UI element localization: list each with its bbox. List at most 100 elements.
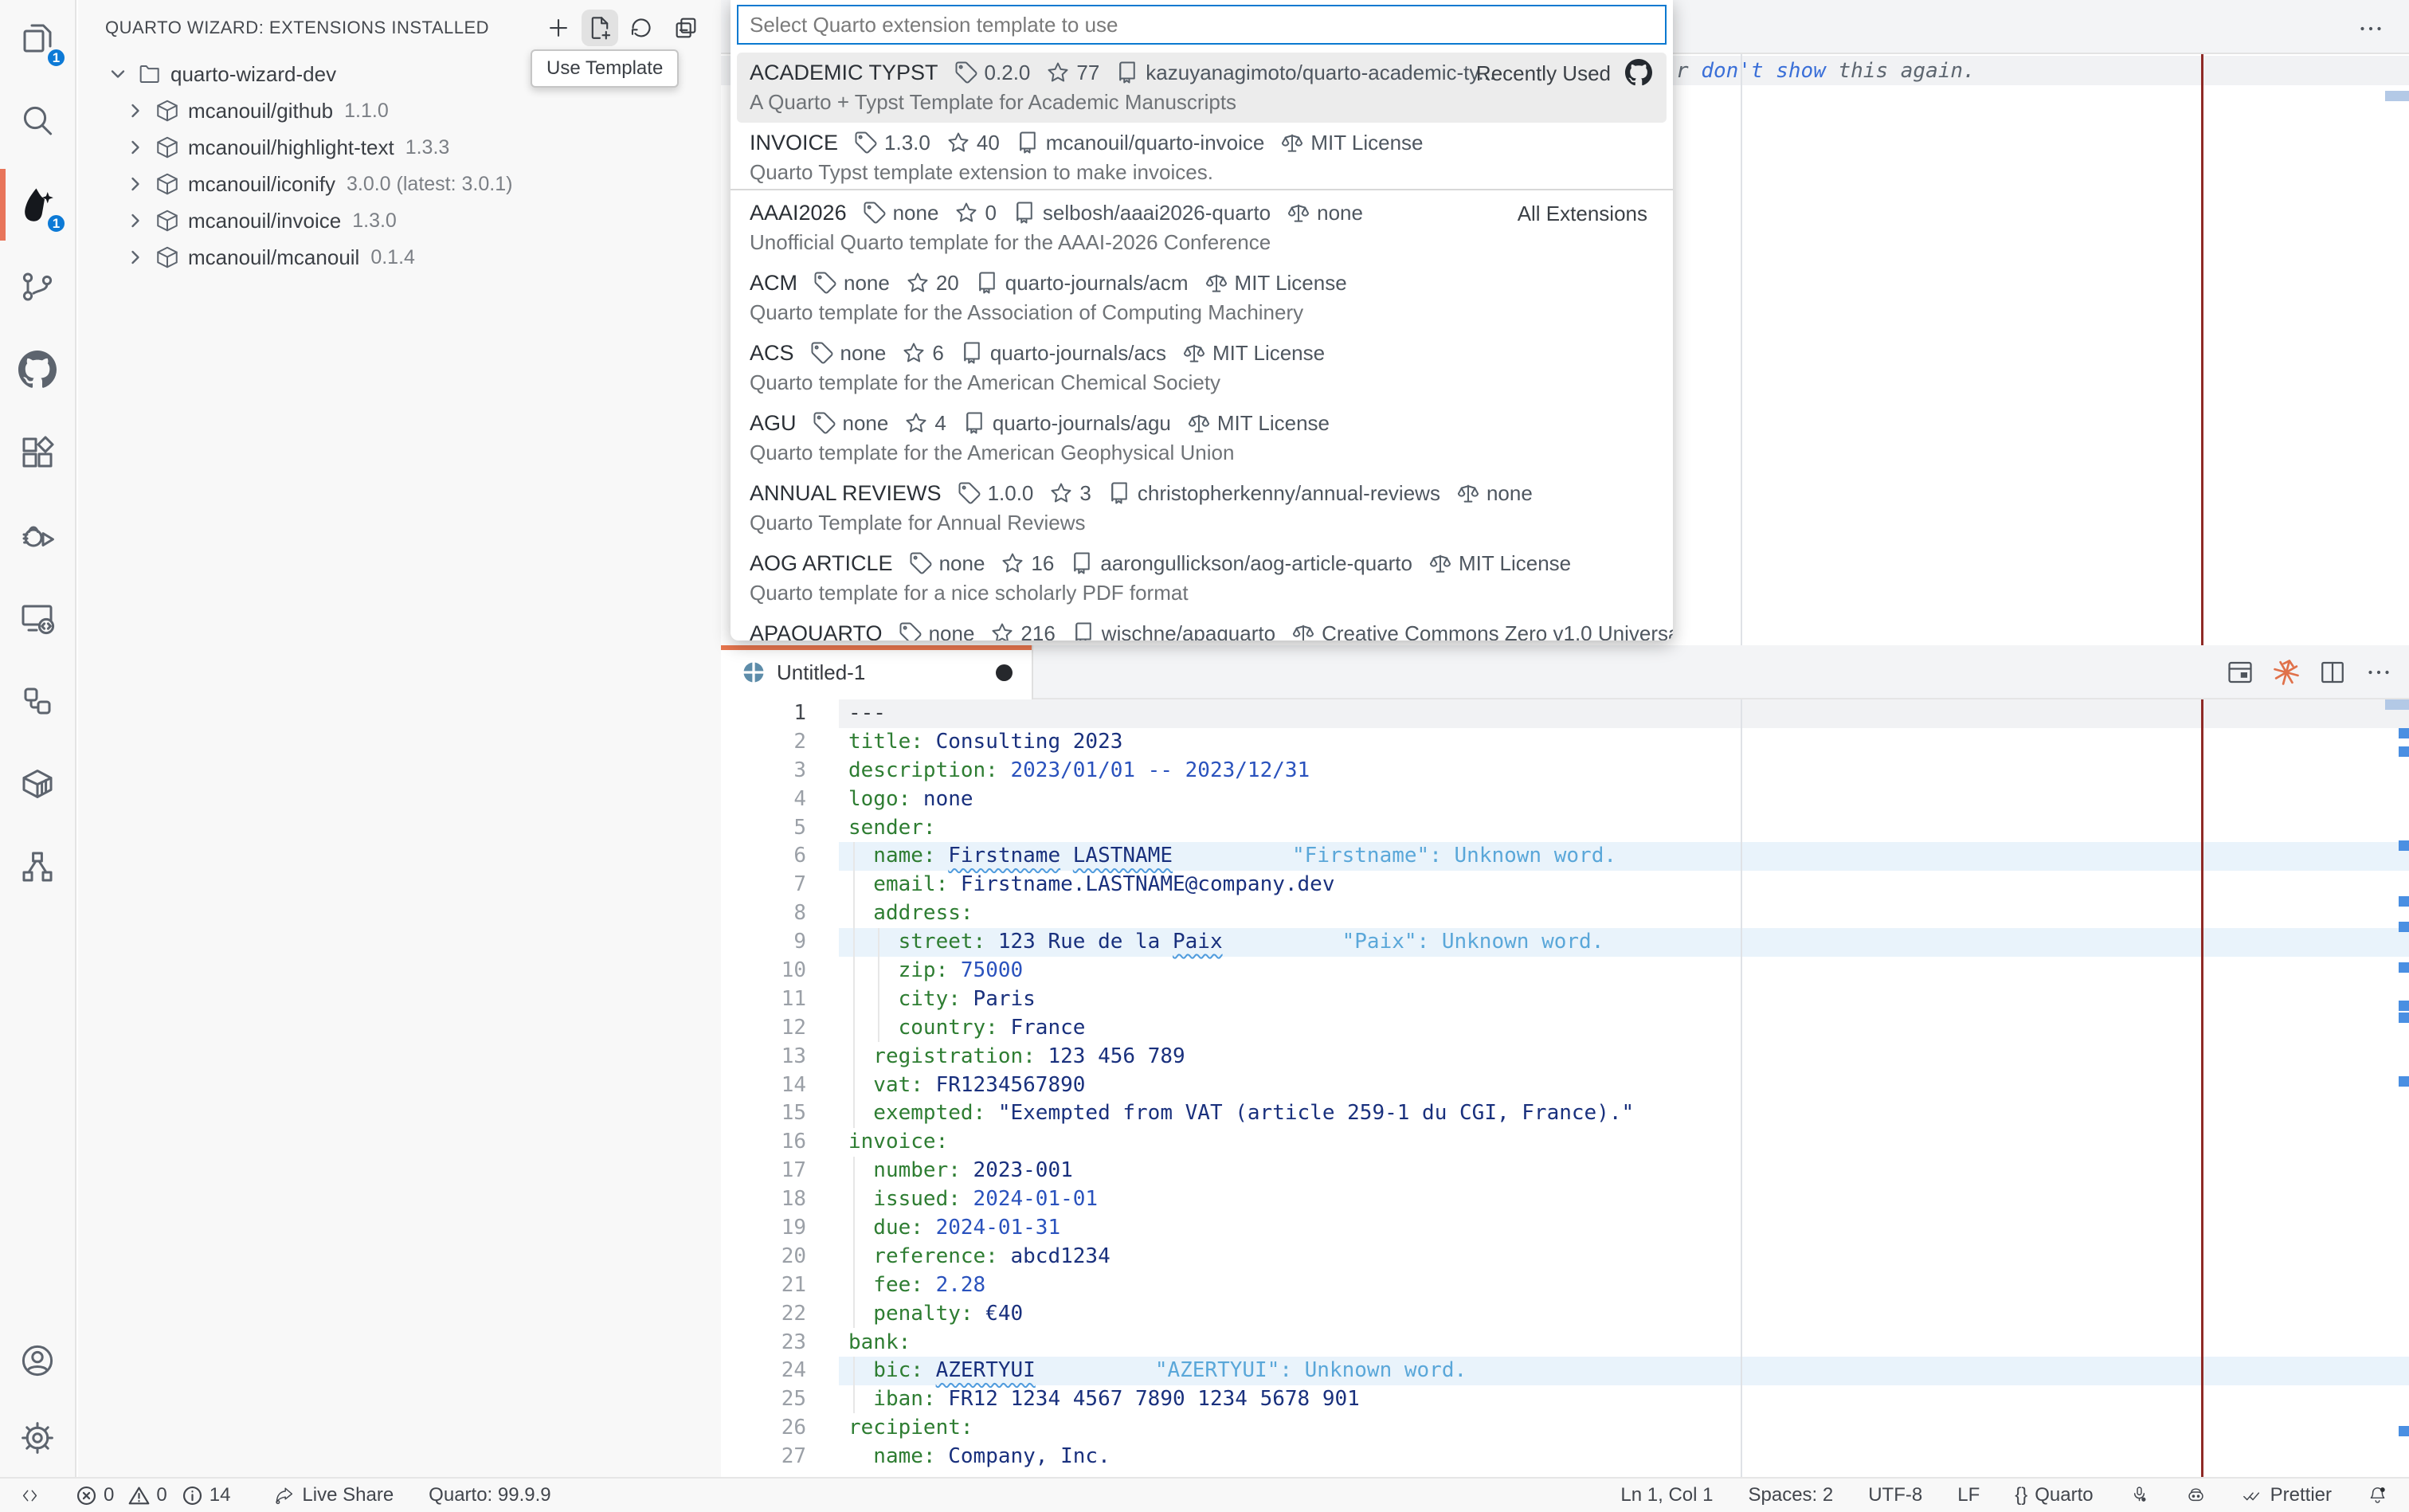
code-line: 1--- — [721, 699, 2409, 728]
split-editor-icon[interactable] — [2317, 656, 2348, 688]
item-name: ANNUAL REVIEWS — [750, 481, 942, 506]
active-tab-border — [721, 645, 1032, 650]
top-editor-text: r don't show this again. — [1676, 57, 1976, 85]
source-control-icon[interactable] — [0, 249, 75, 325]
search-icon[interactable] — [0, 83, 75, 159]
item-name: ACM — [750, 271, 797, 296]
tab-untitled-1[interactable]: Untitled-1 — [721, 645, 1033, 699]
problems-status[interactable]: 0 0 14 — [76, 1484, 238, 1506]
quickpick-item-invoice[interactable]: INVOICE 1.3.0 40 mcanouil/quarto-invoice… — [737, 123, 1667, 193]
package-icon — [155, 98, 180, 123]
run-debug-icon[interactable] — [0, 497, 75, 574]
scrollbar-slider[interactable] — [2385, 91, 2409, 101]
tree-item-version: 3.0.0 (latest: 3.0.1) — [347, 173, 512, 196]
tree-item-github[interactable]: mcanouil/github 1.1.0 — [78, 92, 721, 129]
status-bar: 0 0 14 Live Share Quarto: 99.9.9 Ln 1, C… — [0, 1477, 2409, 1512]
code-line: 8 address: — [721, 899, 2409, 928]
law-icon — [1204, 271, 1228, 295]
package-icon — [155, 135, 180, 160]
indentation-status[interactable]: Spaces: 2 — [1748, 1484, 1833, 1506]
explorer-badge: 1 — [45, 47, 67, 69]
package-icon — [155, 171, 180, 197]
notifications-status[interactable] — [2367, 1485, 2388, 1506]
install-extension-button[interactable] — [540, 10, 577, 46]
editor-ruler — [1741, 699, 1742, 1477]
copilot-status[interactable] — [2185, 1485, 2207, 1506]
code-line: 17 number: 2023-001 — [721, 1157, 2409, 1185]
language-mode-status[interactable]: {}Quarto — [2015, 1484, 2093, 1506]
quarto-version-label: Quarto: 99.9.9 — [429, 1484, 550, 1506]
collapse-all-button[interactable] — [668, 10, 704, 46]
quickpick-item-aaai2026[interactable]: AAAI2026 none 0 selbosh/aaai2026-quarto … — [737, 193, 1667, 263]
code-line: 21 fee: 2.28 — [721, 1271, 2409, 1300]
cursor-position-status[interactable]: Ln 1, Col 1 — [1620, 1484, 1713, 1506]
eol-status[interactable]: LF — [1957, 1484, 1980, 1506]
star-icon — [906, 271, 930, 295]
tree-item-invoice[interactable]: mcanouil/invoice 1.3.0 — [78, 202, 721, 239]
code-line: 22 penalty: €40 — [721, 1300, 2409, 1329]
tree-item-highlight-text[interactable]: mcanouil/highlight-text 1.3.3 — [78, 129, 721, 166]
account-icon[interactable] — [0, 1322, 75, 1399]
repo-icon — [960, 341, 984, 365]
quarto-version-status[interactable]: Quarto: 99.9.9 — [429, 1484, 550, 1506]
quickpick-item-apaquarto[interactable]: APAQUARTO none 216 wjschne/apaquarto Cre… — [737, 613, 1667, 640]
tree-root-label: quarto-wizard-dev — [170, 62, 336, 87]
item-name: AGU — [750, 411, 797, 436]
overview-mark — [2399, 746, 2409, 757]
tree-item-label: mcanouil/invoice — [188, 209, 341, 233]
code-line: 14 vat: FR1234567890 — [721, 1071, 2409, 1100]
tree-item-iconify[interactable]: mcanouil/iconify 3.0.0 (latest: 3.0.1) — [78, 166, 721, 202]
linked-nodes-icon[interactable] — [0, 663, 75, 739]
use-template-tooltip: Use Template — [531, 49, 679, 88]
quickpick-list: ACADEMIC TYPST 0.2.0 77 kazuyanagimoto/q… — [737, 53, 1667, 640]
settings-gear-icon[interactable] — [0, 1400, 75, 1476]
live-share-icon — [273, 1485, 295, 1506]
overview-mark — [2399, 1426, 2409, 1436]
quarto-wizard-icon[interactable]: 1 — [0, 166, 75, 242]
github-open-icon[interactable] — [1625, 59, 1652, 86]
use-template-button[interactable] — [582, 10, 618, 46]
open-preview-icon[interactable] — [2224, 656, 2256, 688]
refresh-button[interactable] — [623, 10, 660, 46]
org-chart-icon[interactable] — [0, 828, 75, 905]
code-line: 25 iban: FR12 1234 4567 7890 1234 5678 9… — [721, 1385, 2409, 1414]
quickpick-input[interactable] — [737, 5, 1667, 45]
warning-count: 0 — [156, 1484, 166, 1506]
remote-indicator[interactable] — [19, 1485, 41, 1506]
code-line: 18 issued: 2024-01-01 — [721, 1185, 2409, 1214]
mic-status[interactable] — [2129, 1485, 2150, 1506]
overview-mark — [2399, 962, 2409, 973]
item-name: AOG ARTICLE — [750, 551, 893, 576]
law-icon — [1280, 131, 1304, 155]
github-icon[interactable] — [0, 331, 75, 408]
container-icon[interactable] — [0, 746, 75, 822]
quickpick-item-acs[interactable]: ACS none 6 quarto-journals/acs MIT Licen… — [737, 333, 1667, 403]
quickpick-item-agu[interactable]: AGU none 4 quarto-journals/agu MIT Licen… — [737, 403, 1667, 473]
editor-content[interactable]: 1--- 2title: Consulting 2023 3descriptio… — [721, 699, 2409, 1477]
quickpick-item-annual-reviews[interactable]: ANNUAL REVIEWS 1.0.0 3 christopherkenny/… — [737, 473, 1667, 543]
tree-item-version: 1.3.0 — [352, 210, 397, 233]
code-line: 2title: Consulting 2023 — [721, 728, 2409, 757]
explorer-icon[interactable]: 1 — [0, 0, 75, 76]
folder-icon — [137, 61, 163, 87]
tree-item-version: 1.3.3 — [405, 136, 450, 159]
scrollbar-slider[interactable] — [2385, 699, 2409, 710]
extensions-icon[interactable] — [0, 414, 75, 491]
quarto-render-icon[interactable] — [2270, 656, 2302, 688]
tag-icon — [899, 621, 922, 640]
package-icon — [155, 245, 180, 270]
star-icon — [1046, 61, 1070, 84]
formatter-status[interactable]: Prettier — [2242, 1484, 2332, 1506]
unsaved-dot-icon[interactable] — [996, 664, 1013, 681]
repo-icon — [1070, 551, 1094, 575]
remote-explorer-icon[interactable] — [0, 580, 75, 656]
live-share-status[interactable]: Live Share — [273, 1484, 394, 1506]
editor-more-actions-icon[interactable] — [2356, 14, 2385, 43]
quickpick-item-academic-typst[interactable]: ACADEMIC TYPST 0.2.0 77 kazuyanagimoto/q… — [737, 53, 1667, 123]
quickpick-item-aog-article[interactable]: AOG ARTICLE none 16 aarongullickson/aog-… — [737, 543, 1667, 613]
encoding-status[interactable]: UTF-8 — [1868, 1484, 1922, 1506]
quickpick-item-acm[interactable]: ACM none 20 quarto-journals/acm MIT Lice… — [737, 263, 1667, 333]
tree-item-mcanouil[interactable]: mcanouil/mcanouil 0.1.4 — [78, 239, 721, 276]
more-actions-icon[interactable] — [2363, 656, 2395, 688]
code-line-spell-info: 24 bic: AZERTYUI"AZERTYUI": Unknown word… — [721, 1357, 2409, 1385]
